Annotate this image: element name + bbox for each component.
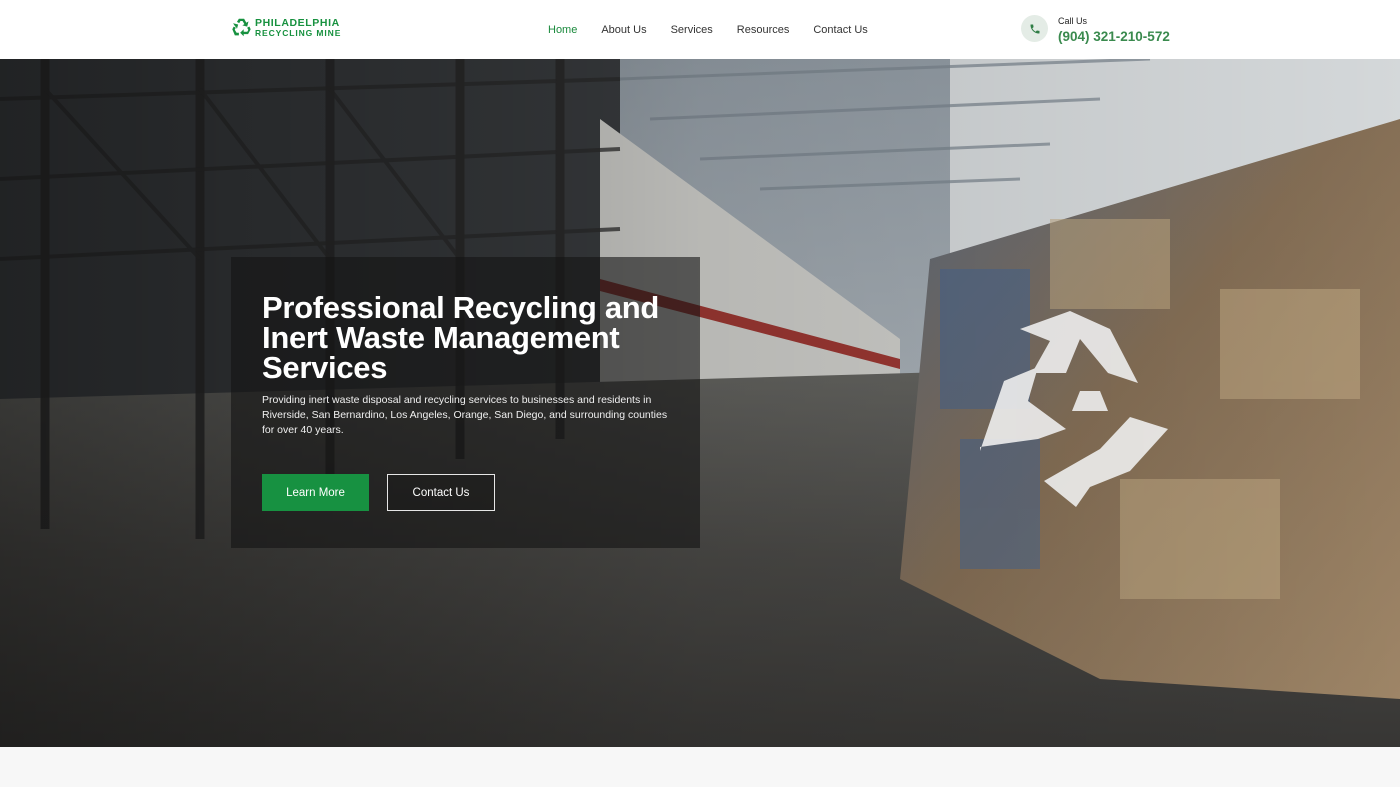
learn-more-button[interactable]: Learn More	[262, 474, 369, 511]
hero-description: Providing inert waste disposal and recyc…	[262, 394, 668, 436]
hero-card: Professional Recycling and Inert Waste M…	[231, 257, 700, 548]
call-label: Call Us	[1058, 16, 1088, 26]
logo-line2: RECYCLING MINE	[255, 27, 342, 38]
hero-title: Professional Recycling and Inert Waste M…	[262, 290, 660, 385]
hero-background-image	[0, 59, 1400, 747]
call-us-block[interactable]: Call Us (904) 321-210-572	[1021, 15, 1170, 46]
recycle-icon	[232, 18, 251, 37]
logo[interactable]: PHILADELPHIA RECYCLING MINE	[231, 17, 341, 38]
nav-contact-us[interactable]: Contact Us	[813, 22, 867, 38]
main-nav: Home About Us Services Resources Contact…	[548, 22, 892, 38]
call-text: Call Us (904) 321-210-572	[1058, 15, 1170, 46]
hero-section: Professional Recycling and Inert Waste M…	[0, 59, 1400, 747]
site-header: PHILADELPHIA RECYCLING MINE Home About U…	[0, 0, 1400, 59]
phone-number[interactable]: (904) 321-210-572	[1058, 28, 1170, 46]
logo-text: PHILADELPHIA RECYCLING MINE	[255, 16, 342, 38]
phone-icon	[1021, 15, 1048, 42]
nav-home[interactable]: Home	[548, 22, 577, 38]
contact-us-button[interactable]: Contact Us	[387, 474, 495, 511]
next-section	[0, 747, 1400, 787]
nav-about-us[interactable]: About Us	[601, 22, 646, 38]
nav-services[interactable]: Services	[671, 22, 713, 38]
nav-resources[interactable]: Resources	[737, 22, 790, 38]
logo-line1: PHILADELPHIA	[255, 16, 340, 29]
